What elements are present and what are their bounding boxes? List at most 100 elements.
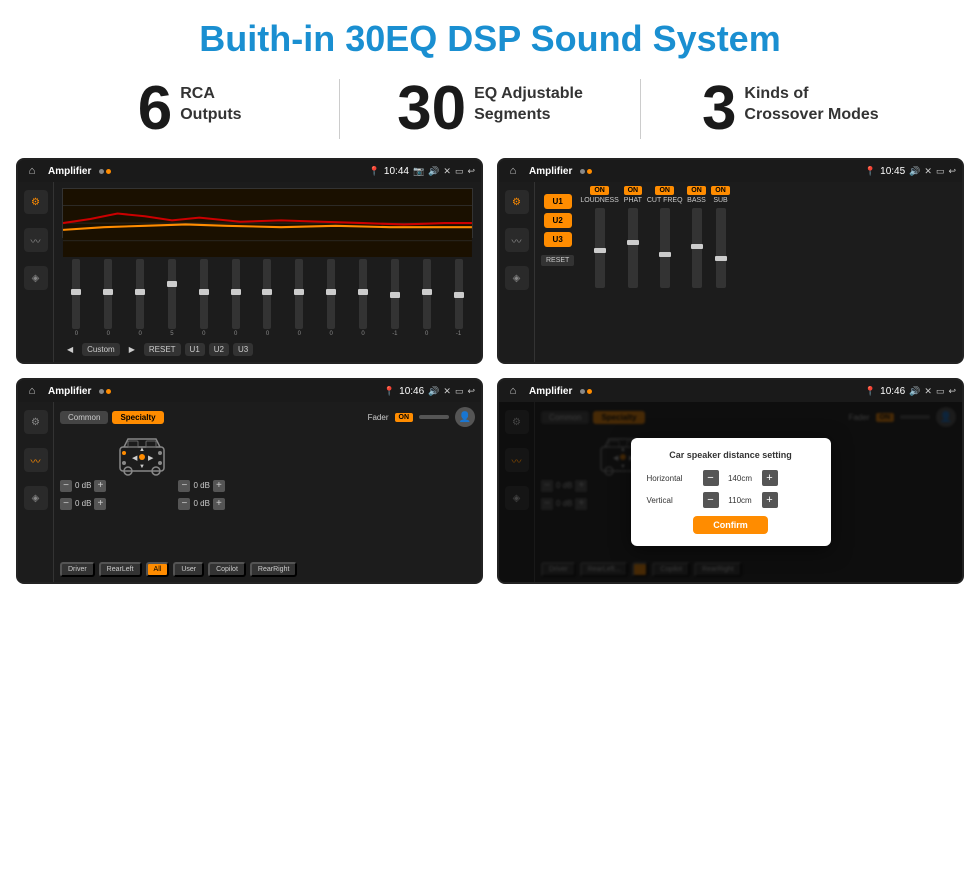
amp-bass-on[interactable]: ON (687, 186, 706, 195)
horizontal-minus-btn[interactable]: − (703, 470, 719, 486)
amp-back-icon[interactable]: ↩ (948, 166, 956, 177)
back-icon[interactable]: ↩ (467, 166, 475, 177)
screens-grid: ⌂ Amplifier 📍 10:44 📷 🔊 ✕ ▭ ↩ ⚙ 〰 ◈ (0, 154, 980, 594)
eq-title: Amplifier (48, 166, 91, 177)
db-bl-val: 0 dB (75, 499, 91, 508)
dialog-title: Amplifier (529, 386, 572, 397)
db-br-minus[interactable]: − (178, 498, 190, 510)
amp-loudness-slider[interactable] (595, 208, 605, 288)
home-icon[interactable]: ⌂ (24, 163, 40, 179)
amp-cutfreq-slider[interactable] (660, 208, 670, 288)
amp-status-right: 📍 10:45 🔊 ✕ ▭ ↩ (865, 166, 956, 177)
amp-cutfreq-on[interactable]: ON (655, 186, 674, 195)
eq-slider-5[interactable]: 0 (200, 259, 208, 337)
dialog-vertical-label: Vertical (647, 496, 697, 505)
eq-sidebar-wave-icon[interactable]: 〰 (24, 228, 48, 252)
eq-custom-btn[interactable]: Custom (82, 343, 120, 356)
rearleft-btn[interactable]: RearLeft (99, 562, 142, 577)
crossover-sidebar-vol-icon[interactable]: ◈ (24, 486, 48, 510)
db-tl-plus[interactable]: + (94, 480, 106, 492)
dot2 (106, 169, 111, 174)
fader-on-btn[interactable]: ON (395, 413, 414, 422)
eq-slider-3[interactable]: 0 (136, 259, 144, 337)
eq-slider-2[interactable]: 0 (104, 259, 112, 337)
vertical-control: − 110cm + (703, 492, 778, 508)
dialog-home-icon[interactable]: ⌂ (505, 383, 521, 399)
amp-reset-btn[interactable]: RESET (541, 255, 574, 266)
amp-phat-on[interactable]: ON (624, 186, 643, 195)
copilot-btn[interactable]: Copilot (208, 562, 246, 577)
eq-slider-6[interactable]: 0 (232, 259, 240, 337)
crossover-sidebar-eq-icon[interactable]: ⚙ (24, 410, 48, 434)
profile-icon[interactable]: 👤 (455, 407, 475, 427)
amp-sidebar-wave-icon[interactable]: 〰 (505, 228, 529, 252)
eq-prev-btn[interactable]: ◀ (62, 343, 78, 356)
amp-sub-slider[interactable] (716, 208, 726, 288)
crossover-sidebar-wave-icon[interactable]: 〰 (24, 448, 48, 472)
amp-location-icon: 📍 (865, 166, 876, 177)
eq-slider-1[interactable]: 0 (72, 259, 80, 337)
crossover-screen: ⌂ Amplifier 📍 10:46 🔊 ✕ ▭ ↩ ⚙ 〰 ◈ (16, 378, 483, 584)
eq-slider-9[interactable]: 0 (327, 259, 335, 337)
tab-common[interactable]: Common (60, 411, 108, 424)
eq-slider-8[interactable]: 0 (295, 259, 303, 337)
amp-sidebar: ⚙ 〰 ◈ (499, 182, 535, 362)
db-tr-plus[interactable]: + (213, 480, 225, 492)
volume-icon: 🔊 (428, 166, 439, 177)
fader-slider[interactable] (419, 415, 449, 419)
eq-reset-btn[interactable]: RESET (144, 343, 181, 356)
eq-slider-7[interactable]: 0 (263, 259, 271, 337)
vertical-value: 110cm (723, 496, 758, 505)
eq-slider-10[interactable]: 0 (359, 259, 367, 337)
db-tl-minus[interactable]: − (60, 480, 72, 492)
eq-slider-13[interactable]: -1 (455, 259, 463, 337)
user-btn[interactable]: User (173, 562, 204, 577)
vertical-plus-btn[interactable]: + (762, 492, 778, 508)
db-tr-minus[interactable]: − (178, 480, 190, 492)
eq-next-btn[interactable]: ▶ (124, 343, 140, 356)
amp-loudness-on[interactable]: ON (590, 186, 609, 195)
eq-status-right: 📍 10:44 📷 🔊 ✕ ▭ ↩ (369, 166, 475, 177)
eq-slider-4[interactable]: 5 (168, 259, 176, 337)
tab-specialty[interactable]: Specialty (112, 411, 163, 424)
db-bl-minus[interactable]: − (60, 498, 72, 510)
eq-status-bar: ⌂ Amplifier 📍 10:44 📷 🔊 ✕ ▭ ↩ (18, 160, 481, 182)
horizontal-plus-btn[interactable]: + (762, 470, 778, 486)
amp-u1-preset[interactable]: U1 (544, 194, 572, 209)
eq-sidebar-vol-icon[interactable]: ◈ (24, 266, 48, 290)
crossover-vol-icon: 🔊 (428, 386, 439, 397)
camera-icon: 📷 (413, 166, 424, 177)
db-br-plus[interactable]: + (213, 498, 225, 510)
dialog-back-icon[interactable]: ↩ (948, 386, 956, 397)
confirm-button[interactable]: Confirm (693, 516, 768, 534)
amp-sidebar-vol-icon[interactable]: ◈ (505, 266, 529, 290)
amp-u2-preset[interactable]: U2 (544, 213, 572, 228)
svg-text:▼: ▼ (139, 464, 145, 470)
eq-slider-12[interactable]: 0 (423, 259, 431, 337)
svg-text:▶: ▶ (148, 455, 154, 462)
eq-u2-btn[interactable]: U2 (209, 343, 229, 356)
amp-phat-slider[interactable] (628, 208, 638, 288)
driver-btn[interactable]: Driver (60, 562, 95, 577)
rearright-btn[interactable]: RearRight (250, 562, 298, 577)
db-bl-plus[interactable]: + (94, 498, 106, 510)
amp-u3-preset[interactable]: U3 (544, 232, 572, 247)
amp-home-icon[interactable]: ⌂ (505, 163, 521, 179)
crossover-tabs-row: Common Specialty Fader ON 👤 (60, 407, 475, 427)
crossover-home-icon[interactable]: ⌂ (24, 383, 40, 399)
eq-slider-11[interactable]: -1 (391, 259, 399, 337)
vertical-minus-btn[interactable]: − (703, 492, 719, 508)
crossover-back-icon[interactable]: ↩ (467, 386, 475, 397)
stats-row: 6 RCAOutputs 30 EQ AdjustableSegments 3 … (0, 70, 980, 154)
amp-bass-slider[interactable] (692, 208, 702, 288)
amp-sub-on[interactable]: ON (711, 186, 730, 195)
amp-presets: U1 U2 U3 RESET (541, 186, 574, 358)
eq-u3-btn[interactable]: U3 (233, 343, 253, 356)
all-btn[interactable]: All (146, 562, 170, 577)
eq-sidebar-eq-icon[interactable]: ⚙ (24, 190, 48, 214)
crossover-title: Amplifier (48, 386, 91, 397)
crossover-status-bar: ⌂ Amplifier 📍 10:46 🔊 ✕ ▭ ↩ (18, 380, 481, 402)
eq-time: 10:44 (384, 166, 409, 177)
eq-u1-btn[interactable]: U1 (185, 343, 205, 356)
amp-sidebar-eq-icon[interactable]: ⚙ (505, 190, 529, 214)
